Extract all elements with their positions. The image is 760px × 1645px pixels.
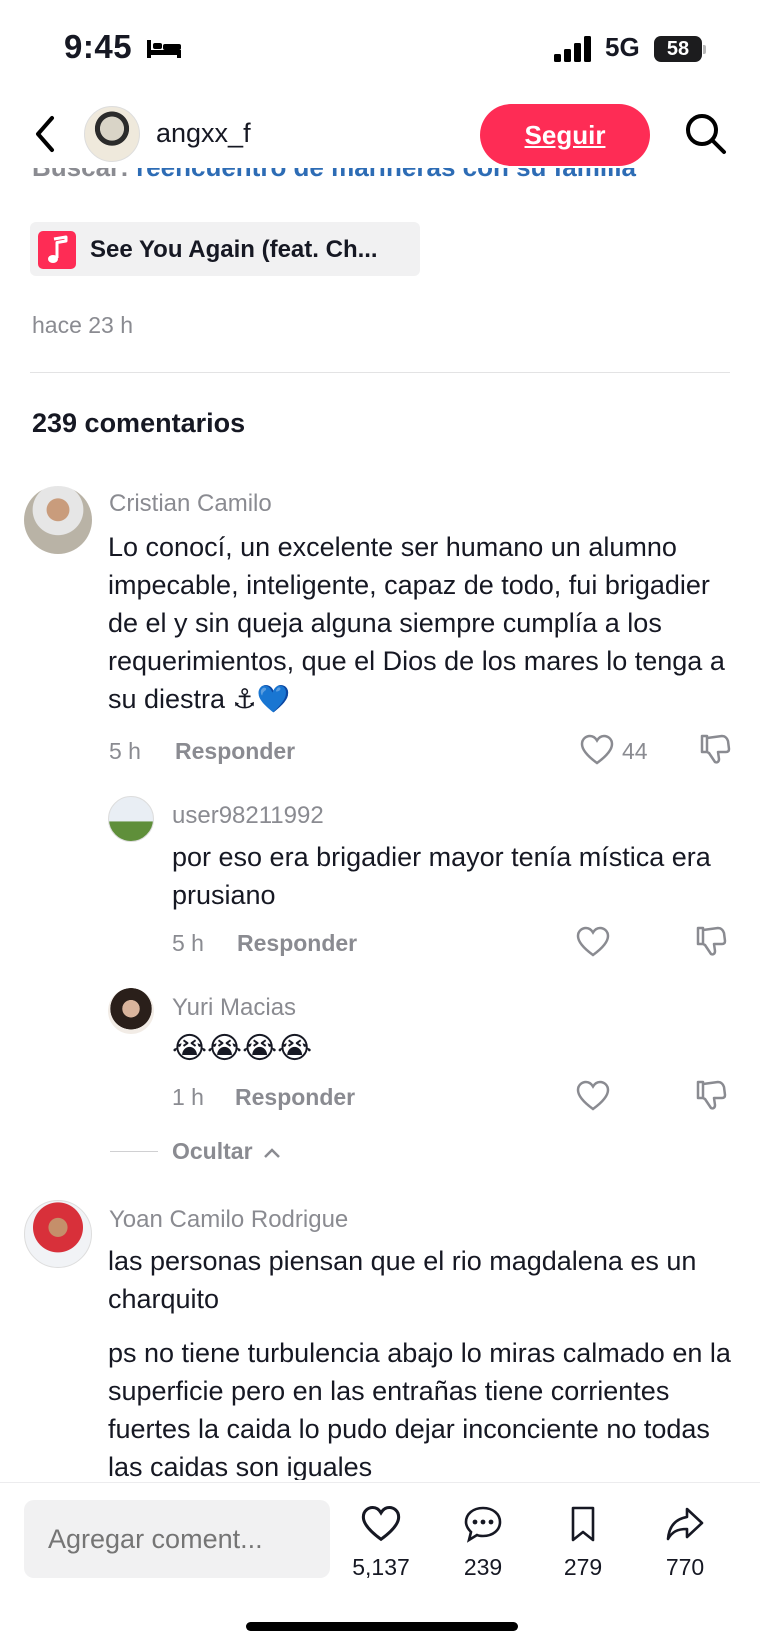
save-count: 279 [563,1554,603,1580]
comment-time: 5 h [172,930,204,956]
hide-label: Ocultar [172,1138,253,1164]
reply-button[interactable]: Responder [235,1084,355,1111]
post-time: hace 23 h [32,312,134,338]
bottom-divider [0,1482,760,1483]
like-action[interactable]: 5,137 [341,1505,421,1581]
dislike-icon[interactable] [698,732,732,766]
share-arrow-icon [666,1507,704,1541]
comment-avatar[interactable] [24,486,92,554]
hide-replies-button[interactable]: Ocultar [172,1138,281,1165]
comment-username[interactable]: Cristian Camilo [109,490,272,518]
back-arrow-icon[interactable] [30,112,60,156]
dislike-icon[interactable] [694,1078,728,1112]
reply-button[interactable]: Responder [237,930,357,957]
comment-avatar[interactable] [24,1200,92,1268]
reply-avatar[interactable] [108,796,154,842]
comment-text: por eso era brigadier mayor tenía místic… [172,842,711,910]
comment-time: 1 h [172,1084,204,1110]
follow-button[interactable]: Seguir [480,104,650,166]
comment-username[interactable]: user98211992 [172,802,324,830]
cellular-signal-icon [554,36,591,62]
home-indicator[interactable] [246,1622,518,1631]
comment-bubble-icon [464,1506,502,1543]
divider [30,372,730,373]
reply-button[interactable]: Responder [175,738,295,765]
comment-time: 5 h [109,738,141,764]
heart-icon[interactable] [580,734,614,766]
author-username[interactable]: angxx_f [156,118,251,149]
sleep-mode-icon [147,40,181,58]
hide-divider [110,1151,158,1152]
comment-username[interactable]: Yuri Macias [172,994,296,1022]
comment-text: Lo conocí, un excelente ser humano un al… [108,532,725,714]
heart-icon[interactable] [576,926,610,958]
save-action[interactable]: 279 [543,1505,623,1581]
author-avatar[interactable] [84,106,140,162]
status-time: 9:45 [64,28,133,65]
comment-text-clip: ps no tiene turbulencia abajo lo miras c… [108,1334,748,1480]
share-count: 770 [665,1554,705,1580]
comment-text: las personas piensan que el rio magdalen… [108,1246,697,1314]
search-icon[interactable] [684,112,728,156]
comment-text: 😭😭😭😭 [172,1032,313,1065]
reply-avatar[interactable] [108,988,154,1034]
music-note-icon [38,231,76,269]
share-action[interactable]: 770 [645,1505,725,1581]
heart-icon[interactable] [576,1080,610,1112]
like-count: 5,137 [352,1554,410,1580]
dislike-icon[interactable] [694,924,728,958]
caption-search-link[interactable]: Buscar: reencuentro de marineras con su … [32,168,732,186]
heart-icon [361,1505,401,1542]
search-prefix: Buscar: [32,168,129,182]
like-count: 44 [622,738,648,764]
chevron-up-icon [264,1148,280,1158]
comment-count: 239 [463,1554,503,1580]
add-comment-input[interactable] [24,1500,330,1578]
comment-action[interactable]: 239 [443,1505,523,1581]
comment-username[interactable]: Yoan Camilo Rodrigue [109,1206,348,1234]
comment-text-continued: ps no tiene turbulencia abajo lo miras c… [108,1338,731,1480]
bookmark-icon [571,1506,595,1542]
search-query[interactable]: reencuentro de marineras con su familia [136,168,636,182]
network-type: 5G [605,32,640,62]
battery-icon: 58 [654,36,702,62]
music-title[interactable]: See You Again (feat. Ch... [90,236,378,264]
battery-tip [703,45,706,54]
comments-count: 239 comentarios [32,408,246,438]
